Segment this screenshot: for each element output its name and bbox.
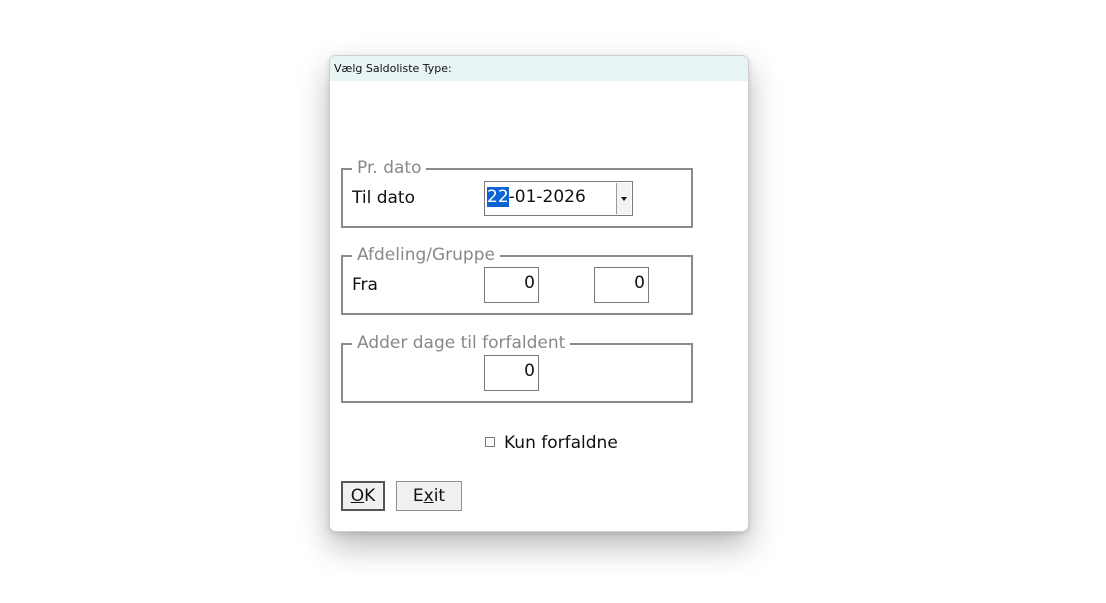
fra-label: Fra bbox=[352, 275, 378, 295]
title-bar[interactable]: Vælg Saldoliste Type: bbox=[330, 56, 748, 81]
exit-button[interactable]: Exit bbox=[396, 481, 462, 511]
dialog-title: Vælg Saldoliste Type: bbox=[334, 62, 452, 75]
afdeling-to-input[interactable]: 0 bbox=[594, 267, 649, 303]
kun-forfaldne-label[interactable]: Kun forfaldne bbox=[504, 433, 618, 453]
group-adder-dage-legend: Adder dage til forfaldent bbox=[352, 333, 571, 353]
exit-accel-char: x bbox=[423, 486, 434, 506]
group-afdeling-legend: Afdeling/Gruppe bbox=[352, 245, 500, 265]
date-remaining-text[interactable]: -01-2026 bbox=[509, 187, 586, 207]
saldoliste-dialog: Vælg Saldoliste Type: Pr. dato Til dato … bbox=[329, 55, 749, 532]
date-dropdown-button[interactable] bbox=[616, 183, 631, 214]
til-dato-label: Til dato bbox=[352, 188, 415, 208]
group-pr-dato-legend: Pr. dato bbox=[352, 158, 427, 178]
chevron-down-icon bbox=[621, 197, 627, 201]
afdeling-from-input[interactable]: 0 bbox=[484, 267, 539, 303]
exit-first-char: E bbox=[412, 486, 424, 506]
ok-button[interactable]: OK bbox=[341, 481, 385, 511]
date-selected-segment[interactable]: 22 bbox=[487, 187, 509, 207]
til-dato-picker[interactable]: 22-01-2026 bbox=[484, 181, 633, 216]
ok-rest-text: K bbox=[364, 486, 376, 506]
exit-rest-text: it bbox=[433, 486, 446, 506]
adder-dage-input[interactable]: 0 bbox=[484, 355, 539, 391]
ok-accel-char: O bbox=[350, 486, 365, 506]
kun-forfaldne-checkbox[interactable] bbox=[485, 437, 495, 447]
